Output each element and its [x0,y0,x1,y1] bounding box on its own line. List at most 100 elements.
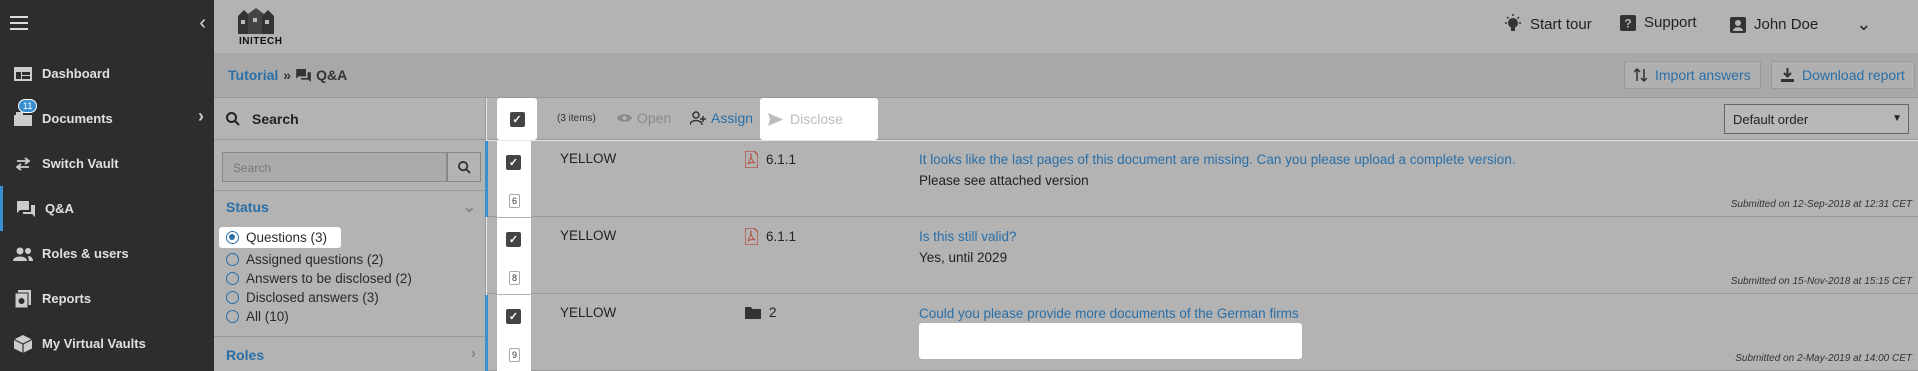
assign-label: Assign [711,110,754,126]
sidebar-item-my-virtual-vaults[interactable]: My Virtual Vaults [0,321,214,366]
download-icon [1781,68,1794,82]
search-icon [226,111,240,126]
status-option-all[interactable]: All (10) [226,309,289,324]
breadcrumb-bar: Tutorial » Q&A Import answers Download r… [214,53,1918,98]
pdf-icon [745,228,758,245]
support-label: Support [1644,14,1697,31]
assign-button[interactable]: Assign [690,110,753,126]
import-answers-button[interactable]: Import answers [1624,61,1761,89]
folder-icon [745,307,761,319]
row-number: 6 [509,194,520,208]
status-option-disclosed[interactable]: Disclosed answers (3) [226,290,379,305]
breadcrumb: Tutorial » Q&A [228,67,347,83]
chevron-down-icon: ⌄ [462,199,476,216]
start-tour-button[interactable]: Start tour [1504,14,1592,34]
sidebar-item-label: Switch Vault [42,156,119,171]
row-submitted: Submitted on 15-Nov-2018 at 15:15 CET [1730,276,1912,287]
sidebar-item-dashboard[interactable]: Dashboard [0,51,214,96]
qa-icon [13,199,39,219]
roles-section-header[interactable]: Roles › [214,336,486,371]
row-reference[interactable]: 6.1.1 [745,151,796,168]
chevron-right-icon: › [198,106,204,126]
search-submit-button[interactable] [447,152,481,182]
import-answers-label: Import answers [1655,67,1751,83]
svg-text:?: ? [1624,16,1631,30]
row-category: YELLOW [560,151,617,166]
row-question[interactable]: Is this still valid? [919,229,1017,244]
sidebar-item-label: Dashboard [42,66,110,81]
sidebar-item-qa[interactable]: Q&A [0,186,214,231]
filter-panel: Search Search Status ⌄ Questions (3) Ass… [214,98,486,371]
select-all-checkbox[interactable]: ✓ [497,98,537,140]
support-button[interactable]: ? Support [1620,14,1697,31]
row-checkbox[interactable]: ✓ [506,309,521,324]
status-option-to-disclose[interactable]: Answers to be disclosed (2) [226,271,412,286]
row-checkbox[interactable]: ✓ [506,232,521,247]
eye-icon [617,114,632,122]
lightbulb-icon [1505,14,1521,31]
disclose-button[interactable]: Disclose [760,98,878,140]
chevron-right-icon: › [470,345,476,362]
sort-order-select[interactable]: Default order ▼ [1724,104,1909,134]
row-question[interactable]: It looks like the last pages of this doc… [919,152,1516,167]
start-tour-label: Start tour [1530,15,1592,33]
qa-row[interactable]: ✓ 8 YELLOW 6.1.1 Is this still valid? Ye… [487,218,1918,294]
row-reference-label: 2 [769,305,777,320]
qa-row[interactable]: ✓ 9 YELLOW 2 Could you please provide mo… [485,295,1918,371]
caret-down-icon: ▼ [1892,113,1902,124]
row-reference-label: 6.1.1 [766,152,797,167]
sidebar-item-label: Reports [42,291,92,306]
search-header: Search [214,98,485,140]
dashboard-icon [10,64,36,84]
status-title: Status [226,199,269,215]
sidebar-header: ‹ [0,0,214,50]
users-icon [10,244,36,264]
help-icon: ? [1620,14,1636,31]
sidebar: ‹ Dashboard 11 Documents › Switch Vault … [0,0,214,371]
qa-row[interactable]: ✓ 6 YELLOW 6.1.1 It looks like the last … [485,141,1918,217]
search-input[interactable]: Search [222,152,447,182]
status-option-questions[interactable]: Questions (3) [219,227,342,248]
hamburger-menu-icon[interactable] [10,16,28,30]
row-checkbox[interactable]: ✓ [506,155,521,170]
sidebar-item-label: Q&A [45,201,74,216]
qa-list: ✓ 6 YELLOW 6.1.1 It looks like the last … [485,141,1918,371]
company-logo[interactable]: INITECH [226,6,288,47]
row-question[interactable]: Could you please provide more documents … [919,306,1299,321]
breadcrumb-separator: » [283,67,292,83]
row-answer: Yes, until 2029 [919,250,1008,265]
switch-icon [10,154,36,174]
download-report-button[interactable]: Download report [1771,61,1915,89]
chevron-down-icon: ⌄ [1856,14,1872,34]
sidebar-item-switch-vault[interactable]: Switch Vault [0,141,214,186]
status-option-label: Answers to be disclosed (2) [246,271,412,286]
qa-icon [296,68,311,82]
row-checkbox-column: ✓ 9 [497,295,531,371]
row-category: YELLOW [560,228,617,243]
row-reference[interactable]: 6.1.1 [745,228,796,245]
open-button[interactable]: Open [617,110,671,126]
reports-icon [10,289,36,309]
row-submitted: Submitted on 12-Sep-2018 at 12:31 CET [1730,199,1912,210]
search-icon [457,160,471,174]
breadcrumb-link-tutorial[interactable]: Tutorial [228,67,278,83]
status-option-label: Disclosed answers (3) [246,290,379,305]
sidebar-item-documents[interactable]: 11 Documents › [0,96,214,141]
collapse-sidebar-icon[interactable]: ‹ [199,12,206,35]
row-reference[interactable]: 2 [745,305,777,320]
user-menu[interactable]: John Doe ⌄ [1730,14,1871,35]
send-icon [768,112,783,126]
status-section-header[interactable]: Status ⌄ [214,190,486,220]
answer-input[interactable] [919,323,1302,359]
status-option-label: Questions (3) [246,230,328,245]
sidebar-item-reports[interactable]: Reports [0,276,214,321]
status-option-assigned[interactable]: Assigned questions (2) [226,252,383,267]
top-bar: INITECH Start tour ? Support John Doe ⌄ [214,0,1918,53]
row-submitted: Submitted on 2-May-2019 at 14:00 CET [1735,353,1912,364]
sidebar-item-roles-users[interactable]: Roles & users [0,231,214,276]
sidebar-item-label: Documents [42,111,113,126]
radio-icon [226,253,239,266]
status-option-label: All (10) [246,309,289,324]
row-indicator [485,295,488,371]
documents-icon: 11 [10,98,38,129]
